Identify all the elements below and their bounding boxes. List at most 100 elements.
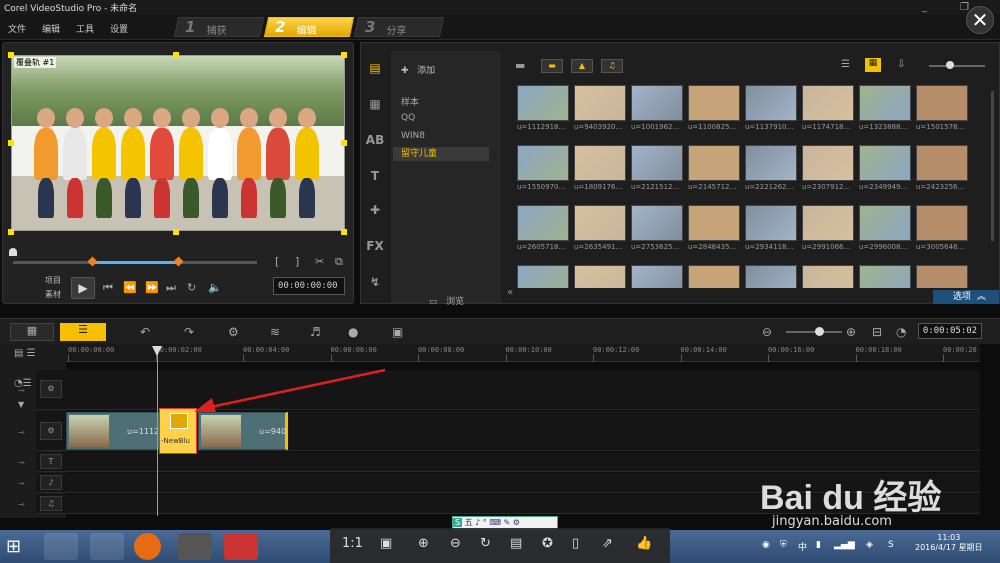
resize-handle[interactable] [8, 52, 14, 58]
media-thumbnail[interactable]: u=1174718… [802, 85, 856, 137]
media-thumbnail[interactable]: u=1809176… [574, 145, 628, 197]
track-manager-icon[interactable]: ▤ ☰ [14, 348, 36, 359]
resize-handle[interactable] [341, 140, 347, 146]
media-thumbnail[interactable]: u=1137910… [745, 85, 799, 137]
media-thumbnail[interactable] [574, 265, 628, 288]
volume-icon[interactable]: 🔈 [208, 281, 222, 294]
undo-icon[interactable]: ↶ [140, 325, 150, 339]
media-thumbnail[interactable] [517, 265, 571, 288]
lock-icon[interactable]: ⊸ [18, 458, 25, 467]
folder-open-icon[interactable]: ▬ [515, 59, 525, 72]
media-thumbnail[interactable]: u=2996008… [859, 205, 913, 257]
project-mode-label[interactable]: 项目 [45, 275, 61, 286]
media-thumbnail[interactable]: u=2307912… [802, 145, 856, 197]
folder-item-selected[interactable]: 留守儿童 [393, 147, 489, 161]
start-icon[interactable]: ⊞ [6, 536, 21, 557]
timeline-ruler[interactable]: 00:00:00:00 00:00:02:00 00:00:04:00 00:00:0… [66, 344, 980, 362]
media-thumbnail[interactable]: u=2635491… [574, 205, 628, 257]
save-icon[interactable]: ▤ [510, 536, 522, 551]
browser-task-icon[interactable] [134, 533, 161, 560]
instant-project-icon[interactable]: ▦ [365, 97, 385, 113]
zoom-in-icon[interactable]: ⊕ [418, 536, 429, 551]
show-videos-icon[interactable]: ▬ [541, 59, 563, 73]
play-button[interactable]: ▶ [71, 277, 95, 299]
add-folder-button[interactable]: ✚ 添加 [401, 63, 435, 76]
video-track-icon[interactable]: ⚙ [40, 422, 62, 440]
menu-tools[interactable]: 工具 [76, 22, 94, 35]
folder-item[interactable]: QQ [401, 113, 415, 123]
show-audio-icon[interactable]: ♫ [601, 59, 623, 73]
next-frame-icon[interactable]: ⏩ [145, 281, 159, 294]
media-thumbnail[interactable] [916, 265, 970, 288]
preview-window[interactable]: 覆叠轨 #1 [11, 55, 345, 231]
media-thumbnail[interactable] [802, 265, 856, 288]
menu-file[interactable]: 文件 [8, 22, 26, 35]
tray-ime-icon[interactable]: 中 [798, 540, 807, 553]
fit-project-icon[interactable]: ⊟ [872, 325, 882, 339]
thumbnail-view-icon[interactable]: ▦ [865, 58, 881, 72]
video-clip[interactable]: u=1112 [66, 412, 160, 450]
mark-in-icon[interactable]: [ [275, 255, 279, 268]
library-scrollbar[interactable] [991, 91, 994, 241]
media-icon[interactable]: ▤ [365, 61, 385, 77]
share-icon[interactable]: ⇗ [602, 536, 613, 551]
media-thumbnail[interactable] [745, 265, 799, 288]
media-thumbnail[interactable] [631, 265, 685, 288]
options-button[interactable]: 选项 ︽ [933, 290, 999, 304]
repeat-icon[interactable]: ↻ [187, 281, 196, 294]
redo-icon[interactable]: ↷ [184, 325, 194, 339]
media-thumbnail[interactable]: u=2221262… [745, 145, 799, 197]
resize-handle[interactable] [341, 229, 347, 235]
show-photos-icon[interactable]: ▲ [571, 59, 593, 73]
app-task-icon[interactable] [224, 533, 258, 560]
tray-s-icon[interactable]: S [888, 540, 894, 550]
videostudio-task-icon[interactable] [178, 533, 212, 560]
close-button[interactable]: ✕ [966, 6, 994, 34]
media-thumbnail[interactable]: u=1550970… [517, 145, 571, 197]
zoom-out-icon[interactable]: ⊖ [450, 536, 461, 551]
split-icon[interactable]: ✂ [315, 255, 324, 268]
lock-icon[interactable]: ⊸ [18, 428, 25, 437]
filter-icon[interactable]: FX [365, 239, 385, 255]
network-icon[interactable]: ▂▄▆ [834, 540, 855, 550]
expand-tracks-icon[interactable]: ▼ [18, 400, 24, 409]
mark-out-icon[interactable]: ] [295, 255, 299, 268]
zoom-slider-knob[interactable] [815, 327, 824, 336]
tray-shield-icon[interactable]: ⛨ [780, 540, 787, 550]
minimize-icon[interactable]: _ [922, 2, 927, 13]
explorer-task-icon[interactable] [44, 533, 78, 560]
tab-capture[interactable]: 1 捕获 [173, 17, 265, 37]
browse-button[interactable]: ▭ 浏览 [429, 294, 464, 307]
media-thumbnail[interactable] [859, 265, 913, 288]
path-icon[interactable]: ↯ [365, 275, 385, 291]
lock-icon[interactable]: ⊸ [18, 500, 25, 509]
media-thumbnail[interactable]: u=1112918… [517, 85, 571, 137]
enlarge-icon[interactable]: ⧉ [335, 255, 343, 269]
media-thumbnail[interactable]: u=1100825… [688, 85, 742, 137]
taskbar-clock[interactable]: 11:03 2016/4/17 星期日 [915, 533, 983, 553]
zoom-out-icon[interactable]: ⊖ [762, 325, 772, 339]
music-track-icon[interactable]: ♫ [40, 496, 62, 511]
storyboard-view-icon[interactable]: ▦ [10, 323, 54, 341]
lock-icon[interactable]: ⊸ [18, 479, 25, 488]
previous-frame-icon[interactable]: ⏪ [123, 281, 137, 294]
transition-icon[interactable]: AB [365, 133, 385, 149]
overlay-track-icon[interactable]: ⚙ [40, 380, 62, 398]
zoom-in-icon[interactable]: ⊕ [846, 325, 856, 339]
resize-handle[interactable] [173, 52, 179, 58]
tab-share[interactable]: 3 分享 [353, 17, 445, 37]
project-duration-icon[interactable]: ◔ [896, 325, 906, 339]
media-thumbnail[interactable]: u=2753625… [631, 205, 685, 257]
title-track-icon[interactable]: T [40, 454, 62, 469]
sound-mixer-icon[interactable]: ≋ [270, 325, 280, 339]
thumbnail-size-slider[interactable] [929, 65, 985, 67]
menu-edit[interactable]: 编辑 [42, 22, 60, 35]
timeline-view-icon[interactable]: ☰ [60, 323, 106, 341]
media-thumbnail[interactable]: u=2349949… [859, 145, 913, 197]
zoom-slider[interactable] [786, 331, 842, 333]
playhead[interactable] [157, 346, 158, 516]
tray-icon[interactable]: ▮ [816, 540, 821, 550]
record-capture-icon[interactable]: ⚙ [228, 325, 239, 339]
media-thumbnail[interactable]: u=9403920… [574, 85, 628, 137]
tray-icon[interactable]: ◉ [762, 540, 770, 550]
